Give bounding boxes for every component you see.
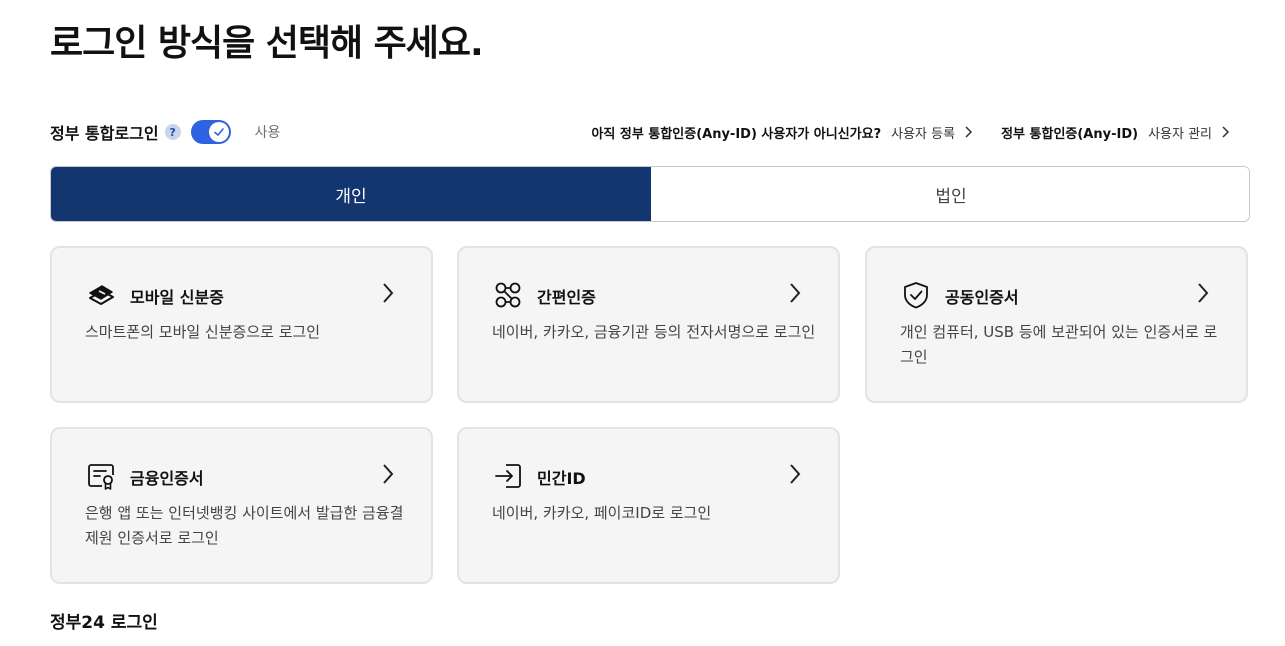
user-type-tabs: 개인 법인	[50, 166, 1250, 222]
gov-auth-label: 정부 통합인증(Any-ID)	[1001, 126, 1139, 142]
chevron-right-icon	[1198, 283, 1209, 303]
mobile-id-icon	[89, 285, 114, 305]
tab-individual[interactable]: 개인	[51, 167, 651, 221]
method-title: 간편인증	[537, 288, 596, 307]
chevron-right-icon	[1222, 126, 1230, 138]
register-link-label: 사용자 등록	[891, 126, 956, 142]
page-title: 로그인 방식을 선택해 주세요.	[50, 23, 484, 64]
method-description: 네이버, 카카오, 페이코ID로 로그인	[492, 504, 712, 522]
chevron-right-icon	[383, 464, 394, 484]
certificate-icon	[88, 464, 114, 490]
toggle-state-label: 사용	[254, 125, 281, 141]
tab-corporate[interactable]: 법인	[651, 167, 1249, 221]
method-description: 은행 앱 또는 인터넷뱅킹 사이트에서 발급한 금융결제원 인증서로 로그인	[85, 504, 404, 547]
login-method-joint-certificate[interactable]: 공동인증서 개인 컴퓨터, USB 등에 보관되어 있는 인증서로 로그인	[865, 246, 1248, 403]
chevron-right-icon	[965, 126, 973, 138]
method-title: 모바일 신분증	[130, 288, 224, 307]
login-method-private-id[interactable]: 민간ID 네이버, 카카오, 페이코ID로 로그인	[457, 427, 840, 584]
method-description: 스마트폰의 모바일 신분증으로 로그인	[85, 323, 321, 341]
chevron-right-icon	[790, 283, 801, 303]
check-icon	[208, 122, 229, 142]
method-description: 개인 컴퓨터, USB 등에 보관되어 있는 인증서로 로그인	[900, 323, 1218, 366]
shield-check-icon	[904, 282, 928, 309]
gov24-login-heading: 정부24 로그인	[50, 613, 158, 633]
manage-link-label: 사용자 관리	[1148, 126, 1212, 142]
method-title: 금융인증서	[130, 469, 204, 488]
manage-link[interactable]: 사용자 관리	[1148, 123, 1230, 142]
method-description: 네이버, 카카오, 금융기관 등의 전자서명으로 로그인	[492, 323, 816, 341]
integrated-login-toggle[interactable]	[190, 120, 231, 144]
method-title: 민간ID	[537, 469, 586, 488]
login-method-financial-certificate[interactable]: 금융인증서 은행 앱 또는 인터넷뱅킹 사이트에서 발급한 금융결제원 인증서로…	[50, 427, 433, 584]
register-link[interactable]: 사용자 등록	[891, 123, 973, 142]
chevron-right-icon	[790, 464, 801, 484]
integrated-login-row: 정부 통합로그인 ? 사용 아직 정부 통합인증(Any-ID) 사용자가 아니…	[50, 118, 1250, 146]
simple-auth-icon	[495, 282, 521, 308]
account-links: 아직 정부 통합인증(Any-ID) 사용자가 아니신가요? 사용자 등록 정부…	[591, 118, 1230, 146]
method-title: 공동인증서	[945, 288, 1019, 307]
chevron-right-icon	[383, 283, 394, 303]
login-method-mobile-id[interactable]: 모바일 신분증 스마트폰의 모바일 신분증으로 로그인	[50, 246, 433, 403]
login-method-simple-auth[interactable]: 간편인증 네이버, 카카오, 금융기관 등의 전자서명으로 로그인	[457, 246, 840, 403]
not-registered-question: 아직 정부 통합인증(Any-ID) 사용자가 아니신가요?	[591, 126, 882, 142]
help-icon[interactable]: ?	[164, 124, 181, 140]
integrated-login-label: 정부 통합로그인	[50, 124, 159, 143]
login-arrow-icon	[495, 464, 521, 488]
